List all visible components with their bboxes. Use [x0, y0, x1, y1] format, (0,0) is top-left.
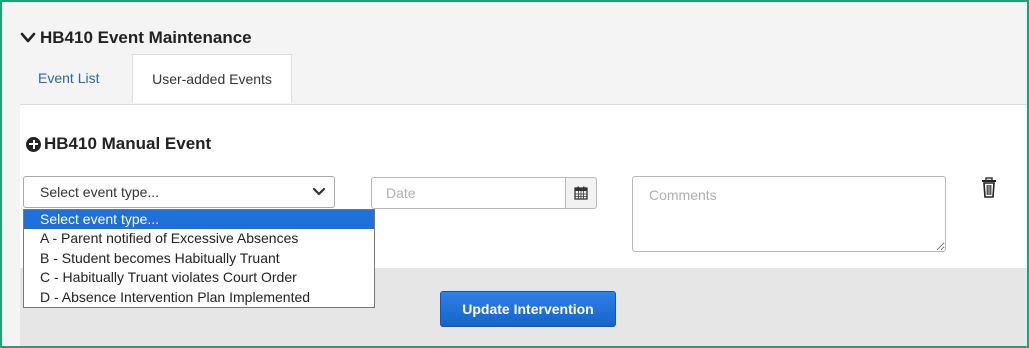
trash-icon[interactable]	[979, 177, 999, 199]
date-input[interactable]	[371, 177, 566, 209]
event-type-option[interactable]: B - Student becomes Habitually Truant	[24, 249, 374, 268]
update-intervention-button[interactable]: Update Intervention	[440, 291, 616, 327]
event-type-option[interactable]: A - Parent notified of Excessive Absence…	[24, 229, 374, 248]
manual-event-title: HB410 Manual Event	[44, 134, 212, 153]
event-type-option[interactable]: Select event type...	[24, 210, 374, 230]
event-type-select[interactable]: Select event type...	[23, 176, 335, 208]
section-title: HB410 Event Maintenance	[40, 28, 252, 47]
tab-user-added-events[interactable]: User-added Events	[132, 54, 292, 103]
manual-event-heading[interactable]: HB410 Manual Event	[26, 134, 211, 154]
tab-content: HB410 Manual Event Select event type... …	[20, 105, 1027, 346]
section-header[interactable]: HB410 Event Maintenance	[20, 28, 252, 48]
event-type-selected-value: Select event type...	[40, 184, 160, 200]
event-maintenance-panel: HB410 Event Maintenance Event List User-…	[0, 0, 1029, 348]
event-type-option[interactable]: C - Habitually Truant violates Court Ord…	[24, 268, 374, 287]
plus-circle-icon[interactable]	[26, 136, 41, 152]
comments-textarea[interactable]	[632, 176, 946, 252]
tab-bar: Event List User-added Events	[20, 54, 1027, 105]
tab-event-list[interactable]: Event List	[22, 54, 115, 103]
calendar-button[interactable]	[565, 177, 597, 209]
event-type-dropdown: Select event type... A - Parent notified…	[23, 209, 375, 308]
chevron-down-icon[interactable]	[20, 31, 36, 45]
event-type-option[interactable]: D - Absence Intervention Plan Implemente…	[24, 288, 374, 307]
date-field-group	[371, 177, 597, 209]
chevron-down-icon	[312, 187, 326, 196]
calendar-icon	[574, 186, 588, 200]
